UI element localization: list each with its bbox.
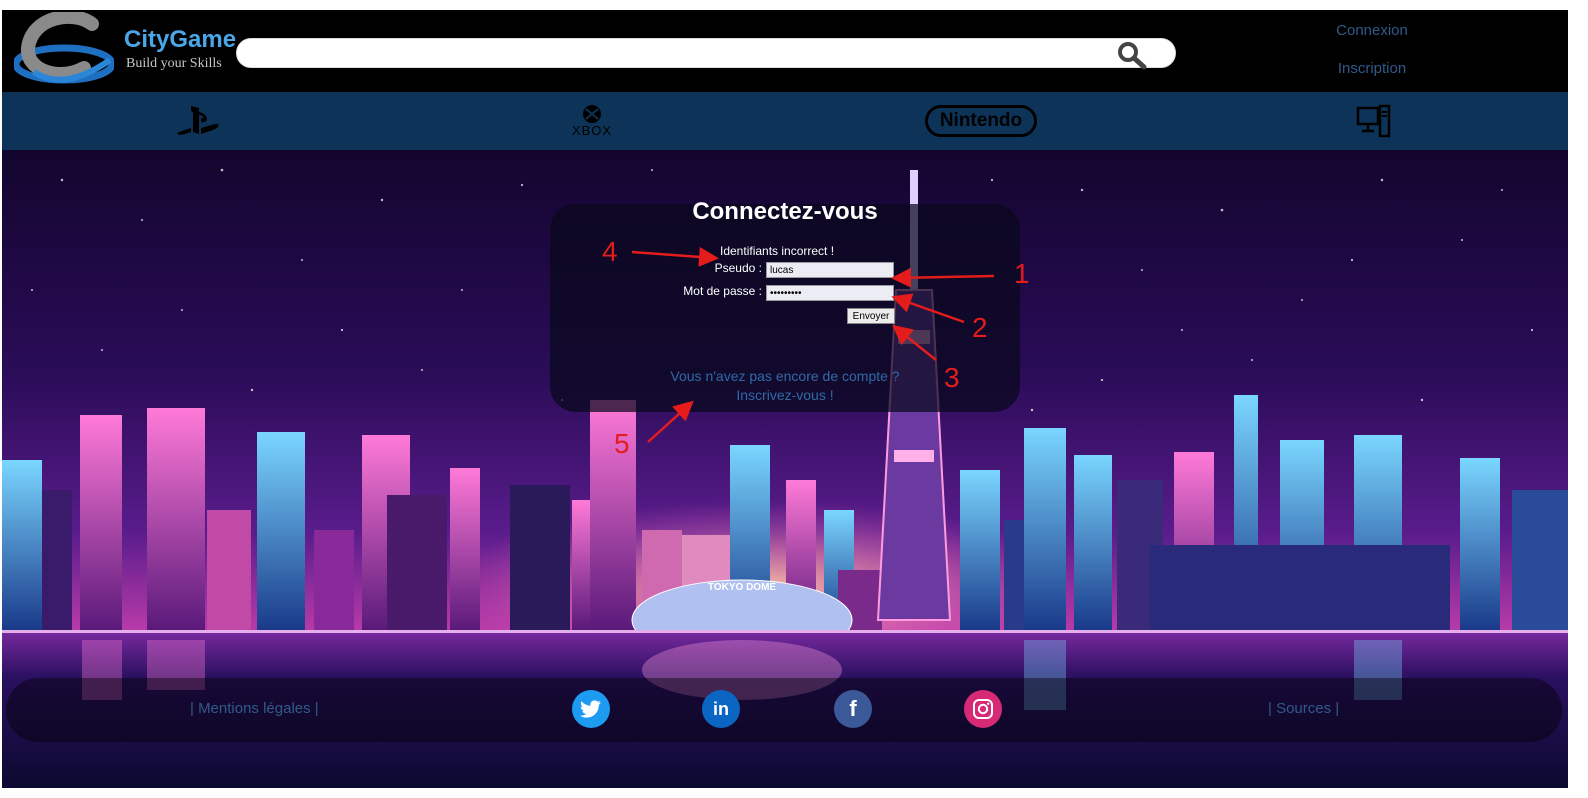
password-label: Mot de passe : <box>683 284 762 298</box>
twitter-icon <box>580 700 601 718</box>
search-bar <box>236 38 1176 70</box>
search-input[interactable] <box>253 42 1117 68</box>
nintendo-icon: Nintendo <box>924 105 1038 137</box>
linkedin-link[interactable]: in <box>702 690 740 728</box>
brand-tagline: Build your Skills <box>126 56 222 71</box>
facebook-link[interactable]: f <box>834 690 872 728</box>
annotation-1: 1 <box>1014 258 1030 289</box>
twitter-link[interactable] <box>572 690 610 728</box>
login-link[interactable]: Connexion <box>1302 22 1442 39</box>
app-frame: CityGame Build your Skills Connexion Ins… <box>2 10 1568 788</box>
login-title: Connectez-vous <box>692 198 878 225</box>
xbox-label: XBOX <box>571 123 613 138</box>
playstation-icon <box>177 106 219 135</box>
search-icon[interactable] <box>1115 40 1149 70</box>
instagram-icon <box>973 699 993 719</box>
nintendo-label: Nintendo <box>939 110 1023 131</box>
annotation-5: 5 <box>614 428 630 459</box>
username-label: Pseudo : <box>714 261 762 275</box>
legal-notice-link[interactable]: | Mentions légales | <box>190 700 319 717</box>
dome-sign: TOKYO DOME <box>708 582 776 593</box>
platform-playstation[interactable] <box>174 100 222 142</box>
error-message: Identifiants incorrect ! <box>720 244 835 258</box>
annotation-3: 3 <box>944 362 960 393</box>
password-input[interactable] <box>766 285 894 301</box>
pc-icon <box>1356 104 1391 138</box>
annotation-2: 2 <box>972 312 988 343</box>
platform-bar: XBOX Nintendo <box>2 92 1568 150</box>
facebook-icon: f <box>849 696 857 721</box>
signup-link[interactable]: Inscription <box>1302 60 1442 77</box>
platform-pc[interactable] <box>1354 100 1394 142</box>
citygame-logo-icon[interactable] <box>14 12 114 88</box>
xbox-icon <box>583 105 601 123</box>
instagram-link[interactable] <box>964 690 1002 728</box>
platform-xbox[interactable]: XBOX <box>562 100 622 142</box>
footer: | Mentions légales | in f | Sources | <box>6 678 1562 742</box>
signup-cta-link[interactable]: Inscrivez-vous ! <box>736 387 833 403</box>
brand-name: CityGame <box>124 26 237 53</box>
header: CityGame Build your Skills Connexion Ins… <box>2 10 1568 92</box>
submit-button[interactable]: Envoyer <box>847 308 895 324</box>
linkedin-icon: in <box>713 698 729 719</box>
sources-link[interactable]: | Sources | <box>1268 700 1339 717</box>
platform-nintendo[interactable]: Nintendo <box>910 100 1052 142</box>
annotation-4: 4 <box>602 236 618 267</box>
username-input[interactable] <box>766 262 894 278</box>
